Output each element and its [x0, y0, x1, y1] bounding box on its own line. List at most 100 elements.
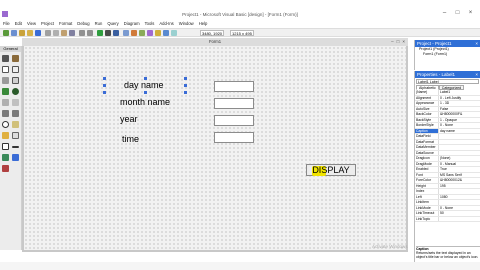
find-icon[interactable] [69, 30, 75, 36]
menu-edit[interactable]: Edit [15, 21, 22, 28]
selection-handle[interactable] [184, 91, 187, 94]
property-value[interactable] [439, 151, 480, 156]
menu-help[interactable]: Help [199, 21, 208, 28]
property-value[interactable] [439, 217, 480, 222]
form-close-icon[interactable]: × [402, 39, 405, 44]
cut-icon[interactable] [45, 30, 51, 36]
selection-handle[interactable] [103, 84, 106, 87]
property-value[interactable] [439, 189, 480, 194]
textbox-month-name[interactable] [214, 98, 254, 109]
form-canvas[interactable]: day name month name year time DISPLAY [24, 46, 406, 250]
maximize-icon[interactable]: □ [454, 10, 461, 16]
project-explorer-icon[interactable] [123, 30, 129, 36]
selection-handle[interactable] [144, 91, 147, 94]
menu-query[interactable]: Query [107, 21, 118, 28]
menu-add-ins[interactable]: Add-Ins [159, 21, 173, 28]
break-icon[interactable] [105, 30, 111, 36]
property-value[interactable]: 195 [439, 184, 480, 189]
property-value[interactable]: 0 - Left Justify [439, 96, 480, 101]
paste-icon[interactable] [61, 30, 67, 36]
undo-icon[interactable] [79, 30, 85, 36]
property-value[interactable]: 0 - None [439, 123, 480, 128]
end-icon[interactable] [113, 30, 119, 36]
menu-window[interactable]: Window [179, 21, 194, 28]
property-value[interactable]: 50 [439, 211, 480, 216]
menu-diagram[interactable]: Diagram [124, 21, 140, 28]
form-minimize-icon[interactable]: – [391, 39, 394, 44]
selection-handle[interactable] [103, 91, 106, 94]
optionbutton-tool-icon[interactable] [12, 88, 19, 95]
label-tool-icon[interactable] [2, 66, 9, 73]
ole-tool-icon[interactable] [2, 165, 9, 172]
dirlistbox-tool-icon[interactable] [2, 132, 9, 139]
menu-view[interactable]: View [27, 21, 36, 28]
label-year[interactable]: year [120, 114, 138, 124]
timer-tool-icon[interactable] [2, 121, 9, 128]
property-value[interactable] [439, 145, 480, 150]
object-selector[interactable]: Label1 Label [416, 79, 479, 84]
menu-tools[interactable]: Tools [145, 21, 155, 28]
selection-handle[interactable] [184, 84, 187, 87]
frame-tool-icon[interactable] [2, 77, 9, 84]
drivelistbox-tool-icon[interactable] [12, 121, 19, 128]
display-button[interactable]: DISPLAY [306, 164, 356, 176]
open-icon[interactable] [27, 30, 33, 36]
object-browser-icon[interactable] [147, 30, 153, 36]
property-value[interactable]: 0 - Manual [439, 162, 480, 167]
property-value[interactable]: (None) [439, 156, 480, 161]
property-value[interactable]: 1 - Opaque [439, 118, 480, 123]
hscrollbar-tool-icon[interactable] [2, 110, 9, 117]
shape-tool-icon[interactable] [2, 143, 9, 150]
save-icon[interactable] [35, 30, 41, 36]
minimize-icon[interactable]: – [441, 10, 448, 16]
combobox-tool-icon[interactable] [2, 99, 9, 106]
filelistbox-tool-icon[interactable] [12, 132, 19, 139]
property-value[interactable]: 1 - 3D [439, 101, 480, 106]
property-value[interactable]: &H8000000F& [439, 112, 480, 117]
copy-icon[interactable] [53, 30, 59, 36]
properties-window-icon[interactable] [131, 30, 137, 36]
property-value[interactable]: False [439, 107, 480, 112]
label-day-name[interactable]: day name [124, 80, 164, 90]
data-view-icon[interactable] [163, 30, 169, 36]
property-value[interactable] [439, 140, 480, 145]
menu-format[interactable]: Format [59, 21, 72, 28]
menu-run[interactable]: Run [95, 21, 103, 28]
line-tool-icon[interactable] [12, 146, 19, 148]
textbox-tool-icon[interactable] [12, 66, 19, 73]
selection-handle[interactable] [184, 77, 187, 80]
data-tool-icon[interactable] [12, 154, 19, 161]
component-manager-icon[interactable] [171, 30, 177, 36]
textbox-day-name[interactable] [214, 81, 254, 92]
listbox-tool-icon[interactable] [12, 99, 19, 106]
pointer-icon[interactable] [2, 55, 9, 62]
properties-close-icon[interactable]: × [475, 71, 478, 78]
checkbox-tool-icon[interactable] [2, 88, 9, 95]
form-maximize-icon[interactable]: □ [397, 39, 400, 44]
add-project-icon[interactable] [3, 30, 9, 36]
property-value[interactable]: 0 - None [439, 206, 480, 211]
vscrollbar-tool-icon[interactable] [12, 110, 19, 117]
label-month-name[interactable]: month name [120, 97, 170, 107]
property-value[interactable]: day name [439, 129, 480, 134]
menu-file[interactable]: File [3, 21, 10, 28]
property-value[interactable] [439, 134, 480, 139]
project-close-icon[interactable]: × [475, 40, 478, 47]
add-form-icon[interactable] [11, 30, 17, 36]
close-icon[interactable]: × [467, 10, 474, 16]
menu-editor-icon[interactable] [19, 30, 25, 36]
commandbutton-tool-icon[interactable] [12, 77, 19, 84]
property-value[interactable] [439, 200, 480, 205]
menu-project[interactable]: Project [41, 21, 54, 28]
property-value[interactable]: 1080 [439, 195, 480, 200]
textbox-year[interactable] [214, 115, 254, 126]
redo-icon[interactable] [87, 30, 93, 36]
textbox-time[interactable] [214, 132, 254, 143]
property-row[interactable]: LinkTopic [415, 216, 480, 222]
property-value[interactable]: &H80000012& [439, 178, 480, 183]
property-value[interactable]: True [439, 167, 480, 172]
property-value[interactable]: MS Sans Serif [439, 173, 480, 178]
tree-item-form[interactable]: Form1 (Form1) [415, 52, 480, 57]
form-layout-icon[interactable] [139, 30, 145, 36]
label-time[interactable]: time [122, 134, 139, 144]
